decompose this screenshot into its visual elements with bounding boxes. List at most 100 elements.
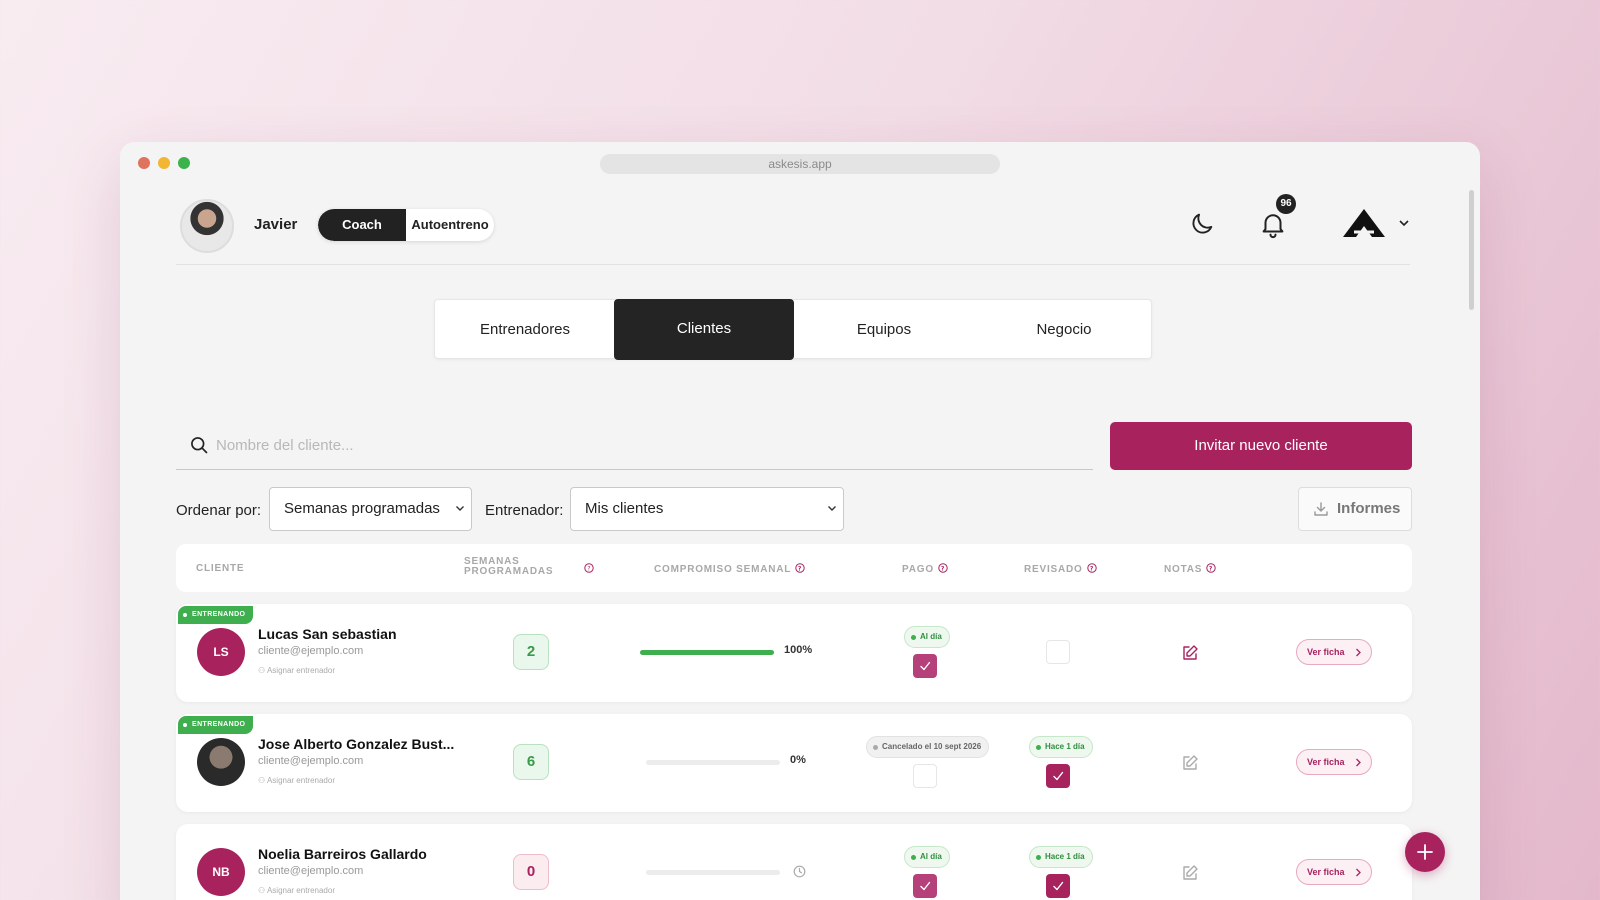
commitment-progress-bar (646, 870, 780, 875)
mode-toggle[interactable]: Coach Autoentreno (318, 209, 494, 241)
address-bar[interactable]: askesis.app (600, 154, 1000, 174)
moon-icon[interactable] (1188, 210, 1216, 238)
search-underline (176, 469, 1093, 470)
help-icon[interactable]: ? (1086, 563, 1097, 573)
invite-client-button[interactable]: Invitar nuevo cliente (1110, 422, 1412, 470)
table-header: CLIENTE SEMANAS PROGRAMADAS ? COMPROMISO… (176, 544, 1412, 592)
commitment-progress-fill (640, 650, 774, 655)
payment-checkbox[interactable] (913, 764, 937, 788)
column-header-commitment: COMPROMISO SEMANAL? (654, 563, 805, 575)
reviewed-checkbox[interactable] (1046, 874, 1070, 898)
status-badge: ENTRENANDO (178, 716, 254, 734)
sort-label: Ordenar por: (176, 502, 262, 519)
assign-trainer-link[interactable]: Asignar entrenador (258, 666, 335, 675)
column-header-weeks-line2: PROGRAMADAS (464, 566, 554, 577)
client-email: cliente@ejemplo.com (258, 865, 364, 877)
client-email: cliente@ejemplo.com (258, 755, 364, 767)
scrollbar[interactable] (1469, 190, 1474, 310)
help-icon[interactable]: ? (795, 563, 805, 573)
commitment-percent: 0% (790, 754, 806, 766)
sort-select-value: Semanas programadas (284, 500, 440, 517)
help-icon[interactable]: ? (584, 563, 594, 573)
status-badge: ENTRENANDO (178, 606, 254, 624)
search-icon (191, 437, 208, 454)
reviewed-status-pill: Hace 1 día (1029, 736, 1093, 758)
client-avatar[interactable]: NB (197, 848, 245, 896)
column-header-notes: NOTAS? (1164, 563, 1216, 575)
edit-note-icon[interactable] (1181, 864, 1199, 882)
tab-entrenadores[interactable]: Entrenadores (435, 300, 615, 360)
tab-negocio[interactable]: Negocio (974, 300, 1154, 360)
check-icon (1053, 881, 1064, 891)
view-profile-label: Ver ficha (1307, 867, 1345, 877)
chevron-right-icon (1356, 648, 1361, 657)
check-icon (920, 661, 931, 671)
table-row[interactable]: NB Noelia Barreiros Gallardo cliente@eje… (176, 824, 1412, 900)
commitment-progress-bar (640, 650, 774, 655)
chevron-down-icon[interactable] (1398, 219, 1410, 227)
mode-autoentreno-option[interactable]: Autoentreno (406, 209, 494, 241)
view-profile-label: Ver ficha (1307, 647, 1345, 657)
chevron-right-icon (1356, 868, 1361, 877)
reviewed-checkbox[interactable] (1046, 764, 1070, 788)
chevron-right-icon (1356, 758, 1361, 767)
client-avatar[interactable] (197, 738, 245, 786)
column-header-commitment-label: COMPROMISO SEMANAL (654, 564, 792, 575)
maximize-window-button[interactable] (178, 157, 190, 169)
user-avatar[interactable] (180, 199, 234, 253)
trainer-select[interactable]: Mis clientes (570, 487, 844, 531)
weeks-count: 0 (513, 854, 549, 890)
tab-equipos[interactable]: Equipos (794, 300, 974, 360)
search-input[interactable] (216, 428, 1066, 462)
reviewed-checkbox[interactable] (1046, 640, 1070, 664)
commitment-progress-bar (646, 760, 780, 765)
reports-button-label: Informes (1337, 500, 1401, 517)
weeks-count: 2 (513, 634, 549, 670)
svg-text:?: ? (798, 565, 802, 572)
column-header-payment: PAGO? (902, 563, 948, 575)
assign-trainer-link[interactable]: Asignar entrenador (258, 776, 335, 785)
table-row[interactable]: ENTRENANDO Jose Alberto Gonzalez Bust...… (176, 714, 1412, 812)
user-name: Javier (254, 216, 298, 233)
client-name[interactable]: Lucas San sebastian (258, 626, 397, 642)
app-logo-icon[interactable] (1342, 208, 1386, 238)
view-profile-button[interactable]: Ver ficha (1296, 639, 1372, 665)
view-profile-button[interactable]: Ver ficha (1296, 749, 1372, 775)
svg-text:?: ? (1090, 565, 1094, 572)
client-email: cliente@ejemplo.com (258, 645, 364, 657)
client-name[interactable]: Noelia Barreiros Gallardo (258, 846, 427, 862)
client-avatar[interactable]: LS (197, 628, 245, 676)
view-profile-button[interactable]: Ver ficha (1296, 859, 1372, 885)
payment-checkbox[interactable] (913, 874, 937, 898)
column-header-client: CLIENTE (196, 563, 245, 574)
reports-button[interactable]: Informes (1298, 487, 1412, 531)
sort-select[interactable]: Semanas programadas (269, 487, 472, 531)
trainer-label: Entrenador: (485, 502, 564, 519)
assign-trainer-link[interactable]: Asignar entrenador (258, 886, 335, 895)
browser-chrome: askesis.app (120, 142, 1480, 182)
check-icon (1053, 771, 1064, 781)
add-client-fab[interactable] (1405, 832, 1445, 872)
view-profile-label: Ver ficha (1307, 757, 1345, 767)
clock-icon (793, 865, 806, 878)
chevron-down-icon (456, 506, 464, 511)
tab-clientes[interactable]: Clientes (614, 299, 794, 360)
download-icon (1314, 502, 1328, 516)
payment-status-pill: Al día (904, 626, 950, 648)
close-window-button[interactable] (138, 157, 150, 169)
table-row[interactable]: ENTRENANDO LS Lucas San sebastian client… (176, 604, 1412, 702)
minimize-window-button[interactable] (158, 157, 170, 169)
edit-note-icon[interactable] (1181, 644, 1199, 662)
header-divider (176, 264, 1410, 265)
help-icon[interactable]: ? (938, 563, 948, 573)
help-icon[interactable]: ? (1206, 563, 1216, 573)
chevron-down-icon (828, 506, 836, 511)
column-header-payment-label: PAGO (902, 564, 934, 575)
weeks-count: 6 (513, 744, 549, 780)
client-name[interactable]: Jose Alberto Gonzalez Bust... (258, 736, 454, 752)
mode-coach-option[interactable]: Coach (318, 209, 406, 241)
payment-checkbox[interactable] (913, 654, 937, 678)
browser-window: askesis.app Javier Coach Autoentreno 96 … (120, 142, 1480, 900)
edit-note-icon[interactable] (1181, 754, 1199, 772)
column-header-reviewed-label: REVISADO (1024, 564, 1083, 575)
